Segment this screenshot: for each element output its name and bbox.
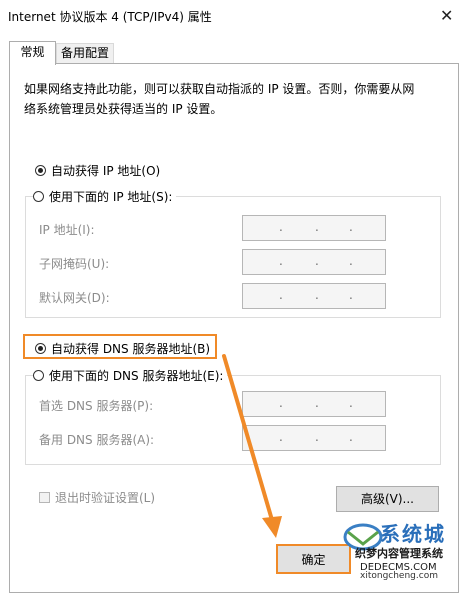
annotation-arrow — [222, 354, 282, 538]
tab-general[interactable]: 常规 — [9, 41, 56, 65]
watermark-line-1: 织梦内容管理系统 — [355, 547, 443, 560]
watermark-logo-text: 系统城 — [380, 522, 446, 546]
